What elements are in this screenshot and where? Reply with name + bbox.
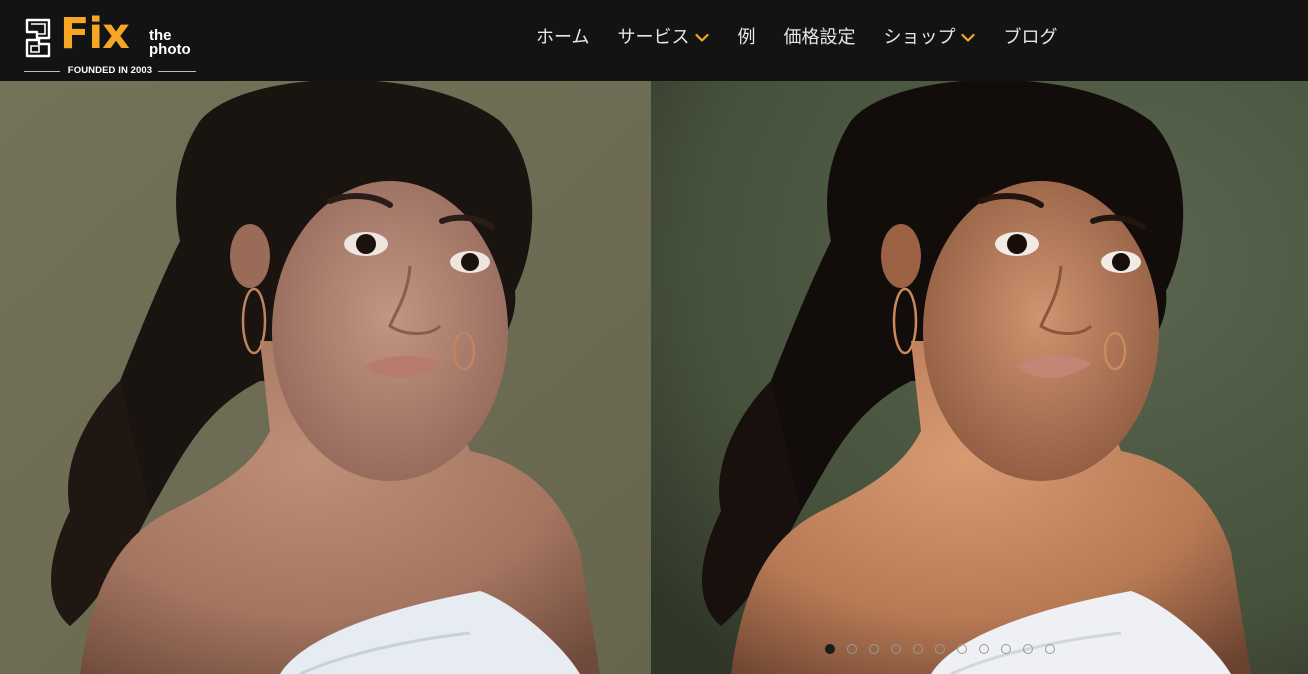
carousel-dot[interactable] <box>1001 644 1011 654</box>
carousel-dot[interactable] <box>1023 644 1033 654</box>
carousel-pagination <box>825 644 1055 654</box>
nav-item-label: サービス <box>617 27 690 48</box>
carousel-dot[interactable] <box>869 644 879 654</box>
chevron-down-icon <box>961 33 976 42</box>
chevron-down-icon <box>695 33 710 42</box>
nav-item-label: ブログ <box>1003 27 1058 48</box>
carousel-dot[interactable] <box>935 644 945 654</box>
portrait-after-image <box>651 81 1308 674</box>
nav-item-services[interactable]: サービス <box>617 24 710 52</box>
before-photo <box>0 81 651 674</box>
carousel-dot[interactable] <box>891 644 901 654</box>
carousel-dot[interactable] <box>825 644 835 654</box>
carousel-dot[interactable] <box>847 644 857 654</box>
carousel-dot[interactable] <box>1045 644 1055 654</box>
logo-divider-right <box>158 71 196 72</box>
after-photo <box>651 81 1308 674</box>
nav-item-label: 例 <box>737 27 756 48</box>
before-after-hero <box>0 81 1308 674</box>
nav-item-examples[interactable]: 例 <box>737 24 755 52</box>
carousel-dot[interactable] <box>957 644 967 654</box>
fixthephoto-logo[interactable]: Fix the photo FOUNDED IN 2003 <box>24 9 198 76</box>
nav-item-home[interactable]: ホーム <box>536 24 589 52</box>
carousel-dot[interactable] <box>913 644 923 654</box>
carousel-dot[interactable] <box>979 644 989 654</box>
portrait-before-image <box>0 81 651 674</box>
nav-item-pricing[interactable]: 価格設定 <box>783 24 855 52</box>
nav-item-blog[interactable]: ブログ <box>1003 24 1057 52</box>
main-navigation: ホーム サービス 例 価格設定 ショップ ブログ <box>536 24 1057 52</box>
logo-fix-text: Fix <box>60 9 130 59</box>
nav-item-label: ショップ <box>883 27 956 48</box>
nav-item-shop[interactable]: ショップ <box>883 24 976 52</box>
site-header: Fix the photo FOUNDED IN 2003 ホーム サービス 例… <box>0 0 1308 81</box>
logo-photo-text: photo <box>149 41 191 58</box>
nav-item-label: 価格設定 <box>783 27 856 48</box>
photo-frame-logo-icon <box>25 18 51 58</box>
nav-item-label: ホーム <box>536 27 590 48</box>
